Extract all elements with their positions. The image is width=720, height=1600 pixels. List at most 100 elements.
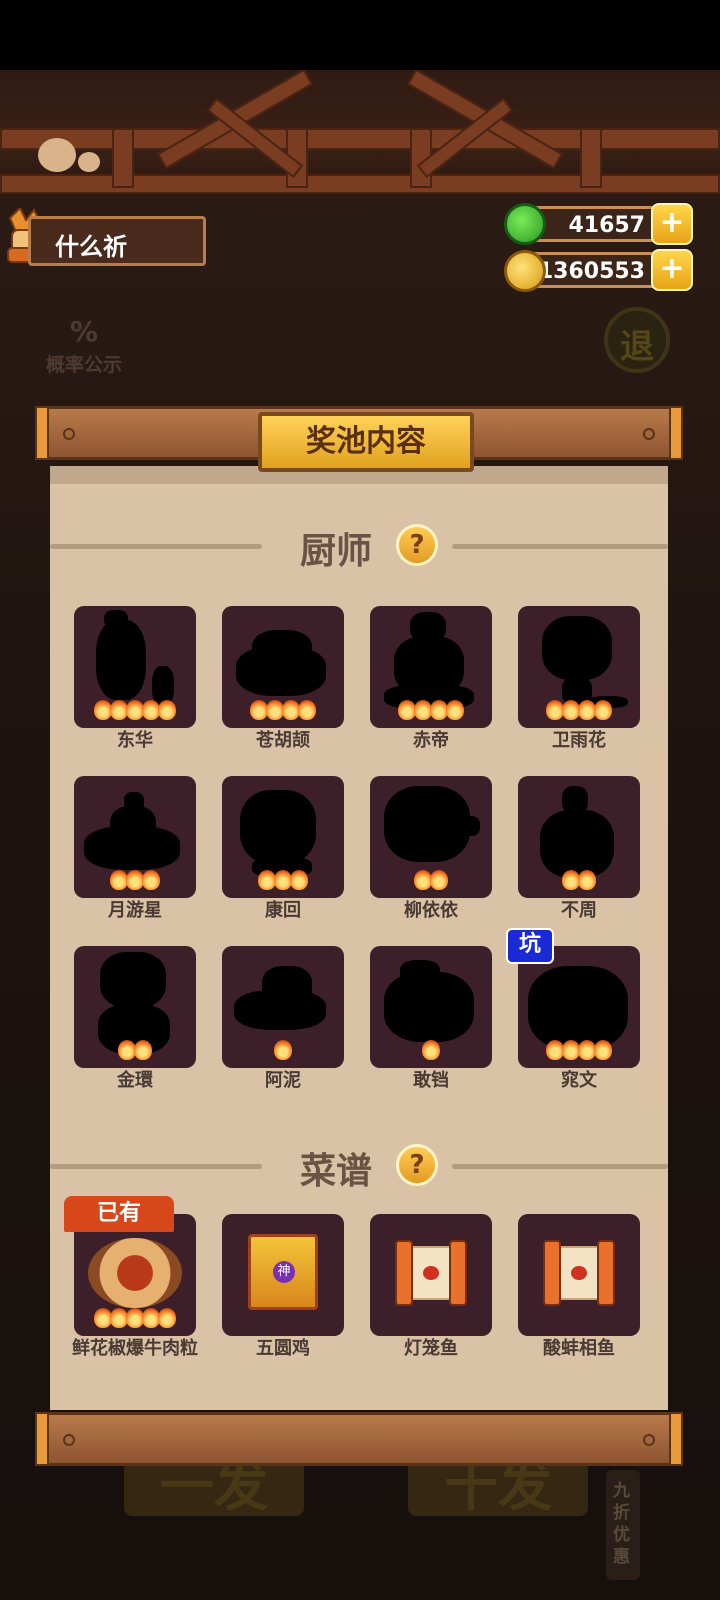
chef-name: 金環 [117, 1070, 153, 1091]
chef-silhouette [542, 616, 612, 680]
chef-name: 康回 [265, 900, 301, 921]
chef-silhouette [528, 966, 628, 1050]
add-coins-button[interactable]: + [651, 249, 693, 291]
rarity-flames [222, 870, 344, 894]
chef-silhouette [240, 790, 316, 864]
add-gems-button[interactable]: + [651, 203, 693, 245]
gem-icon [504, 203, 546, 245]
chef-name: 阿泥 [265, 1070, 301, 1091]
exit-label: 退 [620, 327, 654, 367]
flame-icon [274, 1040, 292, 1060]
chef-help-icon[interactable]: ? [396, 524, 438, 566]
chef-silhouette [400, 960, 440, 984]
chef-name: 赤帝 [413, 730, 449, 751]
rarity-flames [370, 700, 492, 724]
rarity-flames [518, 870, 640, 894]
player-name: 什么祈 [55, 233, 127, 261]
rarity-flames [518, 700, 640, 724]
owned-badge: 已有 [64, 1196, 174, 1232]
chef-silhouette [100, 952, 166, 1008]
recipe-card[interactable] [74, 1214, 196, 1336]
flame-icon [578, 870, 596, 890]
rarity-flames [222, 1040, 344, 1064]
chef-silhouette [104, 610, 128, 628]
chef-name: 月游星 [108, 900, 162, 921]
coin-icon [504, 250, 546, 292]
chef-silhouette [540, 810, 614, 878]
chef-name: 敢铛 [413, 1070, 449, 1091]
rarity-flames [518, 1040, 640, 1064]
rarity-flames [370, 870, 492, 894]
discount-label: 九折优惠 [613, 1481, 630, 1567]
rarity-flames [370, 1040, 492, 1064]
recipe-card[interactable] [370, 1214, 492, 1336]
chef-section-title: 厨师 [300, 531, 373, 572]
divine-recipe-icon: 神 [248, 1234, 318, 1310]
chef-name: 卫雨花 [552, 730, 606, 751]
chef-name: 柳依依 [404, 900, 458, 921]
chef-card[interactable] [222, 606, 344, 728]
chef-silhouette [96, 620, 146, 700]
flame-icon [142, 870, 160, 890]
gem-value: 41657 [568, 213, 645, 238]
recipe-name: 酸蚌相鱼 [543, 1338, 615, 1359]
rarity-flames [74, 700, 196, 724]
chef-card[interactable] [74, 606, 196, 728]
recipe-name: 鲜花椒爆牛肉粒 [72, 1338, 198, 1359]
chef-silhouette [410, 612, 446, 642]
flame-icon [290, 870, 308, 890]
chef-silhouette [252, 630, 312, 670]
recipe-name: 五圆鸡 [256, 1338, 310, 1359]
dish-icon [88, 1238, 182, 1308]
chef-badge: 坑 [506, 928, 554, 964]
recipe-section-title: 菜谱 [300, 1151, 373, 1192]
flame-icon [594, 1040, 612, 1060]
scroll-bottom-rod [35, 1412, 683, 1466]
prize-pool-panel: 厨师 ? 东华 苍胡颉 赤帝 卫雨花 月游星 康回 柳依依 不周 金環 阿泥 敢铛 窕文坑 菜谱 ? … [50, 466, 668, 1410]
flame-icon [158, 700, 176, 720]
chef-name: 不周 [561, 900, 597, 921]
chef-card[interactable] [74, 776, 196, 898]
probability-label: 概率公示 [46, 354, 123, 376]
flame-icon [594, 700, 612, 720]
chef-silhouette [384, 786, 470, 862]
chef-card[interactable] [370, 606, 492, 728]
chef-name: 窕文 [561, 1070, 597, 1091]
flame-icon [430, 870, 448, 890]
chef-card[interactable] [222, 776, 344, 898]
chef-card[interactable] [370, 946, 492, 1068]
rarity-flames [222, 700, 344, 724]
divine-label: 神 [273, 1261, 295, 1283]
recipe-scroll-icon [543, 1240, 615, 1306]
chef-silhouette [124, 792, 144, 812]
recipe-card[interactable]: 神 [222, 1214, 344, 1336]
flame-icon [298, 700, 316, 720]
rarity-flames [74, 1040, 196, 1064]
chef-silhouette [562, 786, 588, 814]
flame-icon [422, 1040, 440, 1060]
status-bar [0, 0, 720, 70]
chef-section-header: 厨师 ? [50, 520, 668, 572]
recipe-scroll-icon [395, 1240, 467, 1306]
chef-silhouette [110, 806, 156, 846]
chef-card[interactable] [370, 776, 492, 898]
bird-decoration [78, 152, 100, 172]
roof-scene [0, 70, 720, 195]
player-name-plate[interactable]: 什么祈 [28, 216, 206, 266]
chef-card[interactable] [518, 946, 640, 1068]
chef-card[interactable] [518, 606, 640, 728]
flame-icon [134, 1040, 152, 1060]
chef-card[interactable] [518, 776, 640, 898]
flame-icon [158, 1308, 176, 1328]
rarity-flames [74, 870, 196, 894]
chef-card[interactable] [222, 946, 344, 1068]
flame-icon [446, 700, 464, 720]
recipe-help-icon[interactable]: ? [396, 1144, 438, 1186]
rarity-flames [74, 1308, 196, 1332]
chef-silhouette [460, 816, 480, 836]
chef-card[interactable] [74, 946, 196, 1068]
recipe-card[interactable] [518, 1214, 640, 1336]
percent-icon: % [70, 315, 99, 348]
chef-name: 苍胡颉 [256, 730, 310, 751]
bird-decoration [38, 138, 76, 172]
